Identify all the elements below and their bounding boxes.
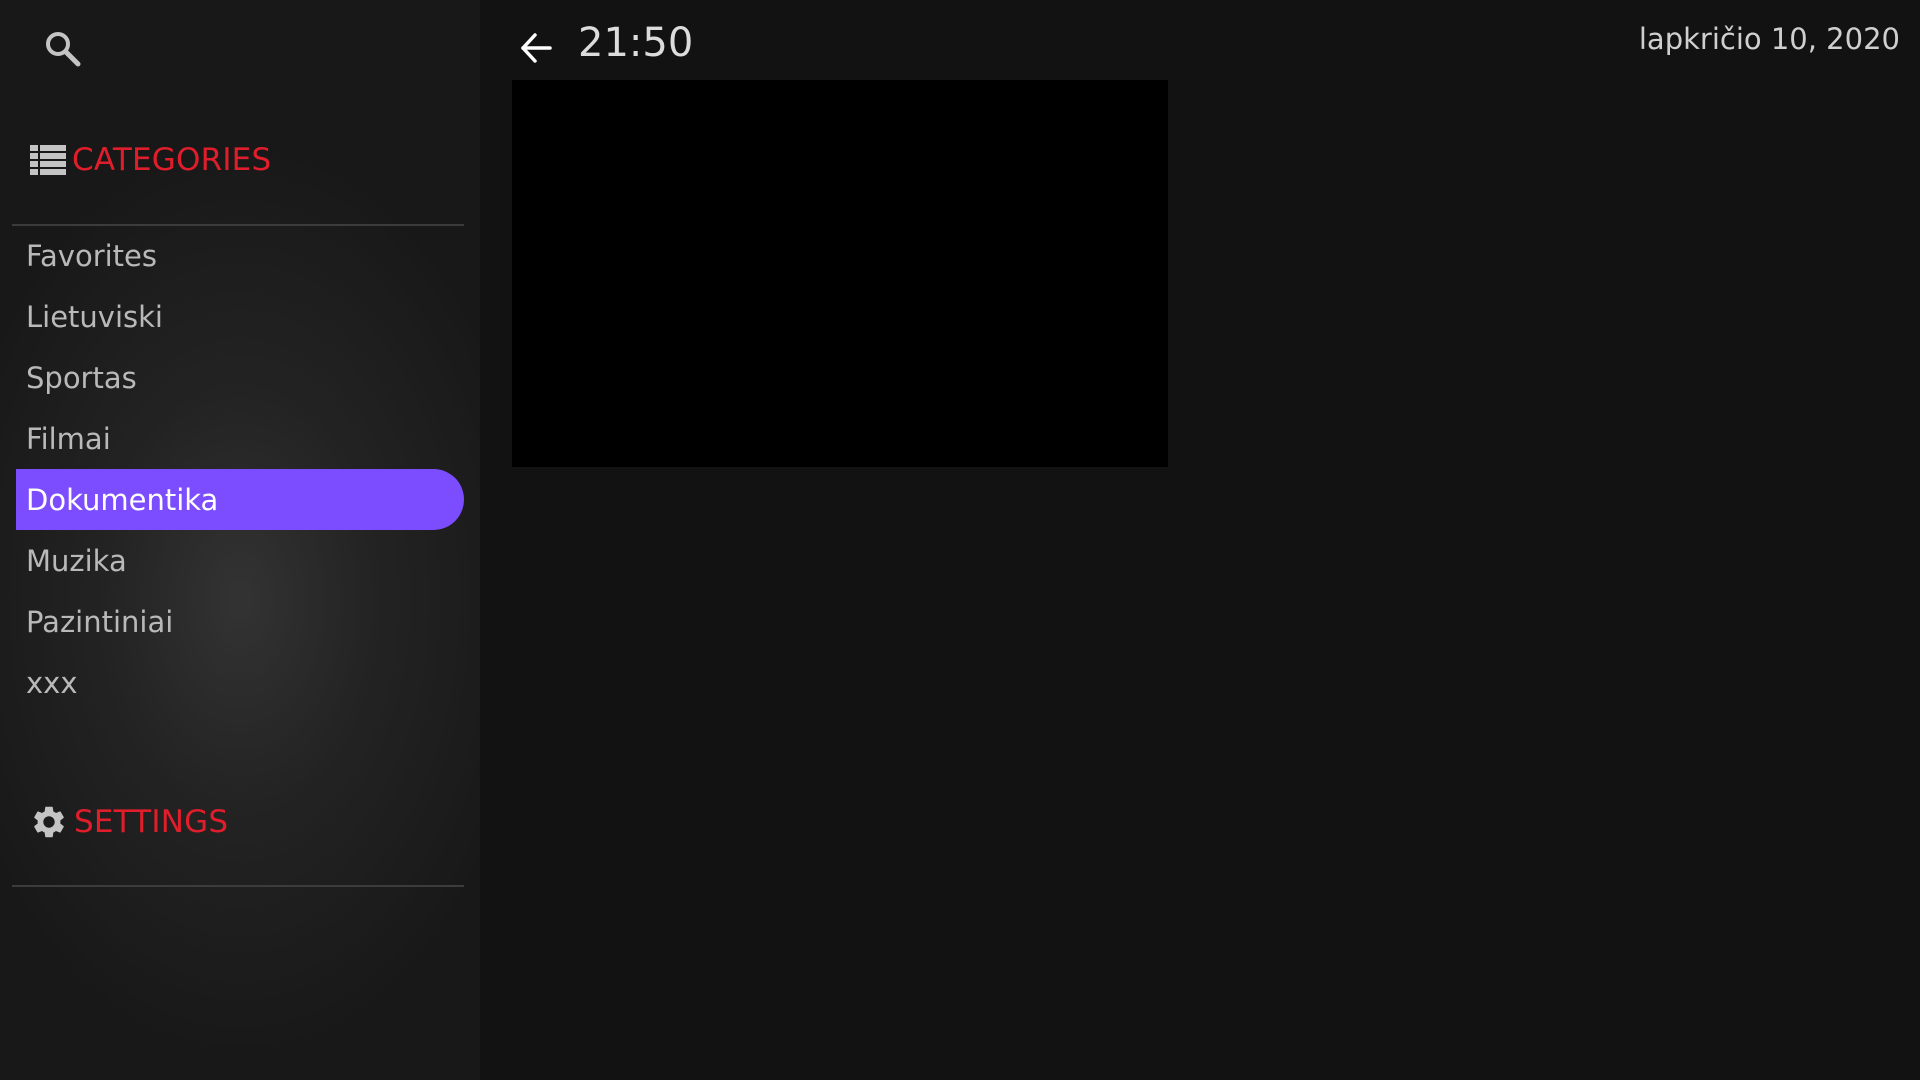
date-display: lapkričio 10, 2020 <box>1638 22 1900 56</box>
back-button[interactable] <box>512 26 560 70</box>
category-item-filmai[interactable]: Filmai <box>16 408 464 469</box>
video-preview[interactable] <box>512 80 1168 467</box>
category-item-sportas[interactable]: Sportas <box>16 347 464 408</box>
app-root: CATEGORIES Favorites Lietuviski Sportas … <box>0 0 1920 1080</box>
category-item-pazintiniai[interactable]: Pazintiniai <box>16 591 464 652</box>
settings-title: SETTINGS <box>74 804 229 840</box>
categories-title: CATEGORIES <box>72 142 272 178</box>
sidebar: CATEGORIES Favorites Lietuviski Sportas … <box>0 0 480 1080</box>
gear-icon <box>34 806 64 838</box>
search-button[interactable] <box>40 26 86 72</box>
search-icon <box>46 32 81 67</box>
category-item-xxx[interactable]: xxx <box>16 652 464 713</box>
category-list: Favorites Lietuviski Sportas Filmai Doku… <box>16 225 464 713</box>
arrow-back-icon <box>521 33 552 63</box>
category-item-muzika[interactable]: Muzika <box>16 530 464 591</box>
settings-header[interactable]: SETTINGS <box>30 797 228 847</box>
category-item-lietuviski[interactable]: Lietuviski <box>16 286 464 347</box>
category-item-favorites[interactable]: Favorites <box>16 225 464 286</box>
categories-header[interactable]: CATEGORIES <box>30 135 271 185</box>
category-item-dokumentika[interactable]: Dokumentika <box>16 469 464 530</box>
clock: 21:50 <box>578 20 694 66</box>
divider <box>12 885 464 887</box>
list-icon <box>30 145 66 175</box>
